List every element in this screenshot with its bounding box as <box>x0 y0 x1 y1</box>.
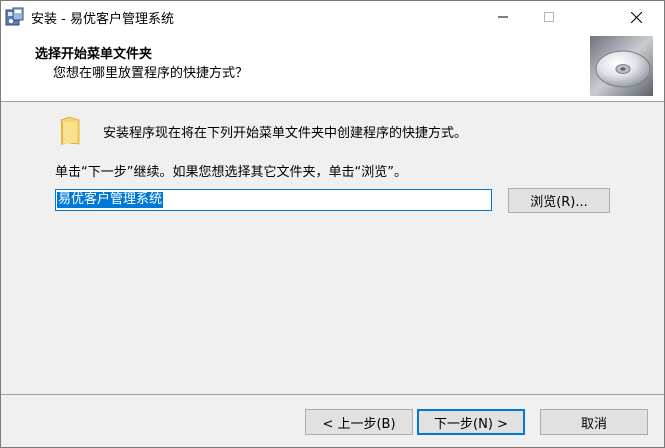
close-button[interactable] <box>613 1 659 33</box>
intro-text: 安装程序现在将在下列开始菜单文件夹中创建程序的快捷方式。 <box>103 126 468 141</box>
installer-window: 安装 - 易优客户管理系统 选择开始菜单文件夹 您想在哪里放置程序的快捷方式？ <box>0 0 665 448</box>
browse-button[interactable]: 浏览(R)... <box>508 188 610 213</box>
window-title: 安装 - 易优客户管理系统 <box>31 12 174 27</box>
maximize-icon <box>544 12 554 22</box>
instruction-text: 单击“下一步”继续。如果您想选择其它文件夹，单击“浏览”。 <box>55 165 407 180</box>
page-subtitle: 您想在哪里放置程序的快捷方式？ <box>53 66 249 81</box>
close-icon <box>630 11 642 23</box>
footer-divider <box>1 394 664 395</box>
page-title: 选择开始菜单文件夹 <box>35 47 153 62</box>
installer-app-icon <box>5 7 24 26</box>
maximize-button[interactable] <box>526 1 572 33</box>
wizard-header: 选择开始菜单文件夹 您想在哪里放置程序的快捷方式？ <box>1 33 664 102</box>
minimize-icon <box>498 16 508 18</box>
folder-icon <box>60 116 80 145</box>
minimize-button[interactable] <box>480 1 526 33</box>
next-button[interactable]: 下一步(N) > <box>417 409 525 435</box>
title-bar[interactable]: 安装 - 易优客户管理系统 <box>1 1 664 33</box>
cd-disc-icon <box>590 36 653 96</box>
start-menu-folder-input[interactable]: 易优客户管理系统 <box>55 189 492 211</box>
folder-name-value: 易优客户管理系统 <box>57 192 164 208</box>
back-button[interactable]: < 上一步(B) <box>305 409 413 435</box>
cancel-button[interactable]: 取消 <box>540 409 648 435</box>
